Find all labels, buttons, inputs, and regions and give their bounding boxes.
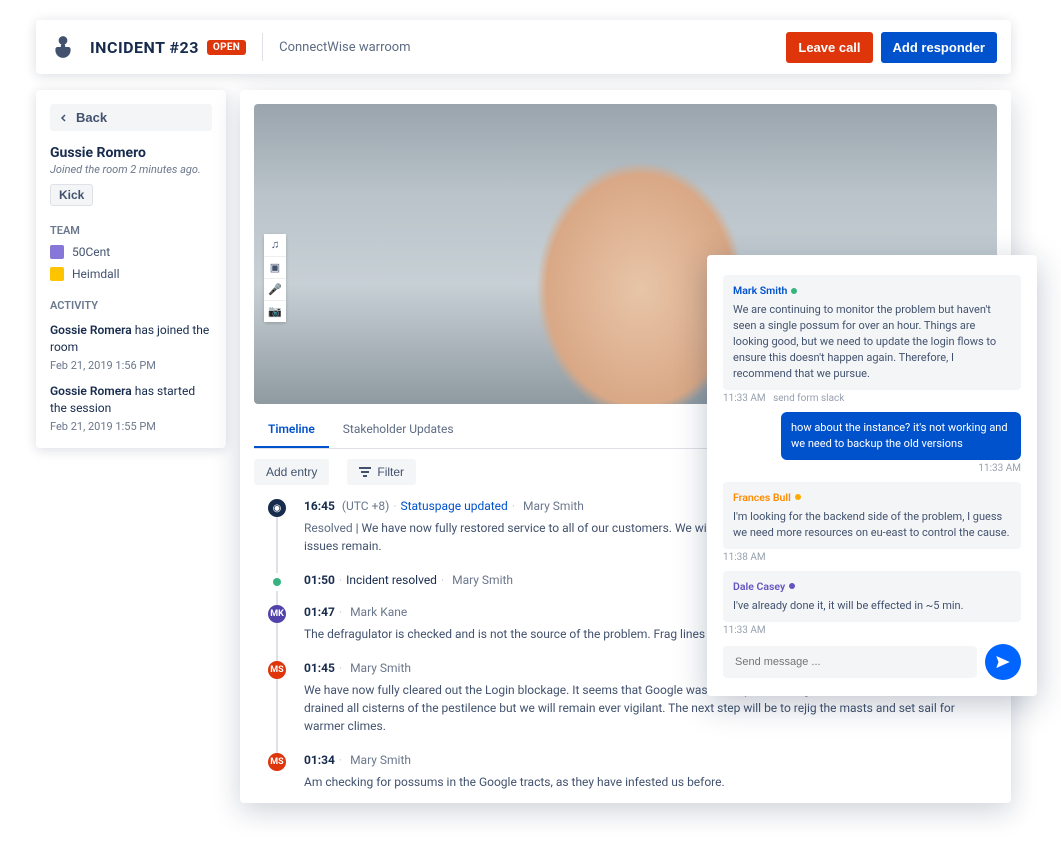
activity-item: Gossie Romera has joined the roomFeb 21,… bbox=[50, 322, 212, 373]
avatar-icon: MS bbox=[268, 661, 286, 679]
chat-panel: Mark Smith We are continuing to monitor … bbox=[707, 255, 1037, 696]
chat-bubble-in: Dale Casey I've already done it, it will… bbox=[723, 571, 1021, 622]
chat-composer bbox=[723, 644, 1021, 680]
chat-input[interactable] bbox=[723, 646, 977, 678]
app-logo-icon bbox=[50, 34, 76, 60]
screenshare-icon[interactable]: ▣ bbox=[264, 256, 286, 278]
chat-bubble-out: how about the instance? it's not working… bbox=[781, 412, 1021, 460]
team-color-swatch bbox=[50, 245, 64, 259]
activity-section-label: ACTIVITY bbox=[50, 299, 212, 312]
send-icon bbox=[994, 653, 1012, 671]
person-name: Gussie Romero bbox=[50, 145, 212, 161]
chat-message: Frances Bull I'm looking for the backend… bbox=[723, 482, 1021, 563]
music-icon[interactable]: ♫ bbox=[264, 234, 286, 256]
incident-title: INCIDENT #23 bbox=[90, 38, 199, 57]
chat-time: 11:33 AM send form slack bbox=[723, 393, 1021, 404]
camera-controls: ♫ ▣ 🎤 📷 bbox=[264, 234, 286, 322]
status-dot-icon bbox=[268, 573, 286, 591]
timeline-entry: MS01:34·Mary SmithAm checking for possum… bbox=[266, 753, 997, 803]
kick-button[interactable]: Kick bbox=[50, 184, 93, 206]
avatar-icon: MS bbox=[268, 753, 286, 771]
chat-message: Mark Smith We are continuing to monitor … bbox=[723, 275, 1021, 404]
person-joined-sub: Joined the room 2 minutes ago. bbox=[50, 163, 212, 176]
back-label: Back bbox=[76, 110, 107, 125]
status-badge: OPEN bbox=[207, 40, 246, 55]
chat-message: how about the instance? it's not working… bbox=[723, 412, 1021, 474]
activity-item: Gossie Romera has started the sessionFeb… bbox=[50, 383, 212, 434]
chat-time: 11:33 AM bbox=[723, 625, 1021, 636]
sidebar: Back Gussie Romero Joined the room 2 min… bbox=[36, 90, 226, 448]
tab-timeline[interactable]: Timeline bbox=[254, 412, 329, 448]
arrow-left-icon bbox=[58, 112, 70, 124]
mic-mute-icon[interactable]: 🎤 bbox=[264, 278, 286, 300]
tab-stakeholder-updates[interactable]: Stakeholder Updates bbox=[329, 412, 468, 448]
camera-off-icon[interactable]: 📷 bbox=[264, 300, 286, 322]
filter-label: Filter bbox=[377, 465, 404, 479]
send-button[interactable] bbox=[985, 644, 1021, 680]
filter-button[interactable]: Filter bbox=[347, 459, 416, 485]
back-button[interactable]: Back bbox=[50, 104, 212, 131]
filter-icon bbox=[359, 467, 371, 477]
team-color-swatch bbox=[50, 267, 64, 281]
leave-call-button[interactable]: Leave call bbox=[786, 32, 872, 63]
team-row[interactable]: Heimdall bbox=[50, 267, 212, 281]
room-subtitle: ConnectWise warroom bbox=[279, 40, 410, 55]
team-row[interactable]: 50Cent bbox=[50, 245, 212, 259]
add-responder-button[interactable]: Add responder bbox=[881, 32, 997, 63]
team-name: 50Cent bbox=[72, 245, 110, 259]
avatar-icon: MK bbox=[268, 605, 286, 623]
chat-bubble-in: Frances Bull I'm looking for the backend… bbox=[723, 482, 1021, 549]
chat-time: 11:33 AM bbox=[723, 463, 1021, 474]
chat-bubble-in: Mark Smith We are continuing to monitor … bbox=[723, 275, 1021, 390]
broadcast-icon: ◉ bbox=[268, 499, 286, 517]
add-entry-button[interactable]: Add entry bbox=[254, 459, 329, 485]
header-bar: INCIDENT #23 OPEN ConnectWise warroom Le… bbox=[36, 20, 1011, 74]
header-divider bbox=[262, 33, 263, 61]
chat-time: 11:38 AM bbox=[723, 552, 1021, 563]
team-name: Heimdall bbox=[72, 267, 120, 281]
team-section-label: TEAM bbox=[50, 224, 212, 237]
chat-message: Dale Casey I've already done it, it will… bbox=[723, 571, 1021, 636]
